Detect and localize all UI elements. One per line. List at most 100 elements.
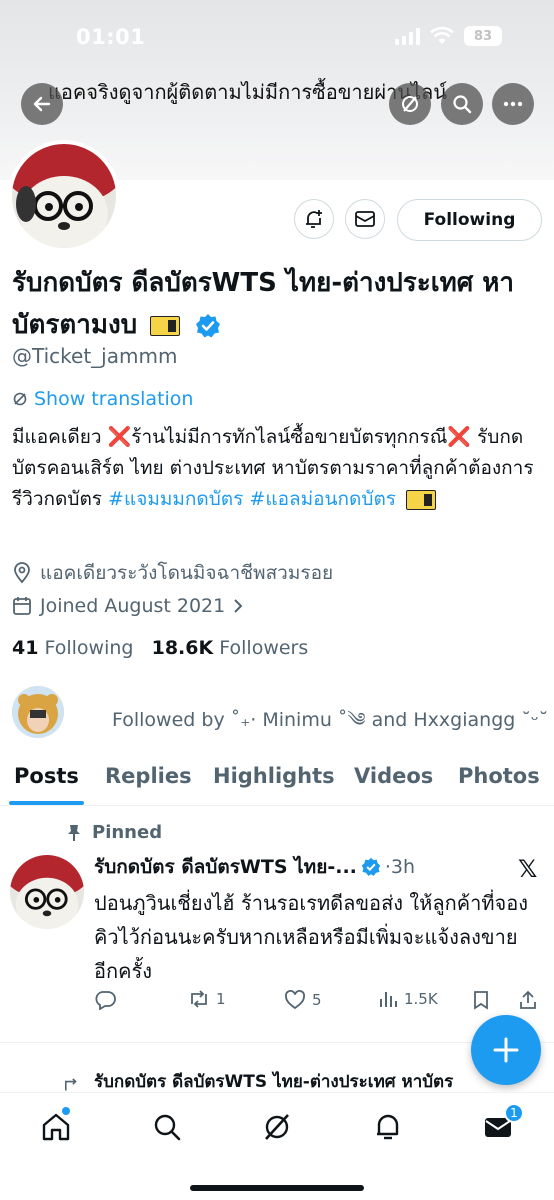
x-logo-icon: 𝕏 [518, 855, 538, 883]
post-time: ·3h [384, 856, 416, 878]
repost-count: 1 [216, 990, 226, 1008]
tab-videos[interactable]: Videos [354, 764, 433, 788]
pinned-label: Pinned [66, 822, 162, 843]
views-button[interactable]: 1.5K [378, 990, 438, 1008]
following-count: 41 [12, 637, 39, 659]
share-icon [520, 990, 536, 1009]
pin-icon [68, 824, 80, 841]
tab-photos[interactable]: Photos [458, 764, 540, 788]
nav-home[interactable] [40, 1107, 72, 1143]
plus-icon [493, 1037, 519, 1063]
nav-grok[interactable] [261, 1111, 293, 1143]
bottom-navigation: 1 [0, 1092, 554, 1200]
status-time: 01:01 [76, 25, 146, 49]
share-button[interactable] [518, 990, 538, 1010]
pinned-text: Pinned [92, 822, 163, 843]
message-button[interactable] [345, 199, 385, 239]
like-button[interactable]: 5 [284, 990, 322, 1010]
signal-icon [395, 27, 420, 45]
nav-notifications[interactable] [372, 1111, 404, 1143]
like-count: 5 [312, 991, 322, 1009]
follow-stats: 41 Following 18.6K Followers [12, 637, 308, 659]
back-button[interactable] [21, 83, 63, 125]
post-author-avatar[interactable] [10, 855, 84, 929]
battery-icon: 83 [464, 26, 502, 46]
post-header: รับกดบัตร ดีลบัตรWTS ไทย-... ·3h [94, 852, 415, 882]
followed-by[interactable]: Followed by ˚₊‧ Minimu ˚༄ and Hxxgiangg … [12, 686, 548, 738]
profile-bio: มีแอคเดียว ❌ร้านไม่มีการทักไลน์ซื้อขายบั… [12, 422, 542, 515]
search-button[interactable] [441, 83, 483, 125]
profile-location: แอคเดียวระวังโดนมิจฉาชีพสวมรอย [12, 558, 333, 588]
nav-search[interactable] [151, 1111, 183, 1143]
followers-stat[interactable]: 18.6K Followers [152, 637, 309, 659]
status-icons: 83 [395, 26, 502, 46]
cross-mark-icon: ❌ [107, 426, 132, 448]
bell-plus-icon [306, 210, 322, 228]
more-button[interactable] [492, 83, 534, 125]
location-pin-icon [14, 562, 30, 584]
bio-text: มีแอคเดียว [12, 426, 108, 448]
search-icon [453, 95, 472, 114]
back-arrow-icon [33, 96, 51, 112]
home-indicator [190, 1185, 364, 1191]
view-count: 1.5K [404, 990, 438, 1008]
nav-messages[interactable]: 1 [482, 1103, 524, 1143]
home-notification-dot [62, 1107, 70, 1115]
notify-button[interactable] [294, 199, 334, 239]
verified-badge-icon [196, 313, 221, 337]
views-icon [380, 992, 397, 1007]
show-translation-link[interactable]: Show translation [12, 388, 193, 410]
tab-replies[interactable]: Replies [105, 764, 192, 788]
bio-text: ร้านไม่มีการทักไลน์ซื้อขายบัตรทุกกรณี [131, 426, 448, 448]
repost-icon [191, 990, 207, 1008]
show-translation-label[interactable]: Show translation [34, 388, 193, 410]
avatar-image [12, 144, 116, 248]
hashtag-link[interactable]: #แอลม่อนกดบัตร [249, 488, 396, 510]
follower-avatar [12, 686, 64, 738]
following-stat[interactable]: 41 Following [12, 637, 133, 659]
joined-text: Joined August 2021 [40, 595, 226, 617]
profile-avatar[interactable] [8, 140, 120, 252]
following-stat-label: Following [44, 637, 134, 659]
profile-joined[interactable]: Joined August 2021 [12, 595, 243, 617]
followers-count: 18.6K [151, 637, 214, 659]
cross-mark-icon: ❌ [447, 426, 472, 448]
more-icon [503, 101, 523, 107]
grok-icon [265, 1114, 289, 1140]
grok-small-icon [13, 392, 27, 406]
verified-badge-icon [361, 857, 381, 876]
bookmark-icon [474, 991, 488, 1010]
tab-posts[interactable]: Posts [14, 764, 79, 788]
next-post-author[interactable]: รับกดบัตร ดีลบัตรWTS ไทย-ต่างประเทศ หาบั… [94, 1068, 453, 1095]
reply-icon [95, 991, 116, 1010]
display-name: รับกดบัตร ดีลบัตรWTS ไทย-ต่างประเทศ หาบั… [12, 262, 542, 346]
tab-highlights[interactable]: Highlights [213, 764, 335, 788]
following-button[interactable]: Following [397, 199, 542, 241]
home-icon [42, 1113, 70, 1141]
post-actions: 1 5 1.5K [94, 990, 544, 1020]
location-text: แอคเดียวระวังโดนมิจฉาชีพสวมรอย [40, 562, 334, 584]
bookmark-button[interactable] [472, 990, 490, 1010]
post-text[interactable]: ปอนภูวินเชี่ยงไฮ้ ร้านรอเรทดีลขอส่ง ให้ล… [94, 886, 534, 988]
calendar-icon [13, 597, 31, 615]
grok-icon [402, 96, 418, 112]
hashtag-link[interactable]: #แจมมมกดบัตร [108, 488, 243, 510]
grok-button[interactable] [389, 83, 431, 125]
post-author-name[interactable]: รับกดบัตร ดีลบัตรWTS ไทย-... [94, 852, 357, 882]
reply-button[interactable] [94, 990, 116, 1010]
followers-stat-label: Followers [219, 637, 309, 659]
ticket-emoji-icon [150, 315, 181, 336]
active-tab-indicator [9, 801, 84, 805]
bell-icon [377, 1114, 399, 1140]
profile-handle: @Ticket_jammm [12, 344, 178, 368]
repost-button[interactable]: 1 [188, 990, 226, 1008]
search-icon [154, 1114, 181, 1141]
compose-post-button[interactable] [471, 1015, 541, 1085]
heart-icon [285, 990, 305, 1010]
messages-badge: 1 [504, 1103, 524, 1123]
envelope-icon [355, 211, 375, 227]
followed-by-text: Followed by ˚₊‧ Minimu ˚༄ and Hxxgiangg … [112, 709, 549, 731]
display-name-text: รับกดบัตร ดีลบัตรWTS ไทย-ต่างประเทศ หาบั… [12, 268, 515, 340]
profile-tabs: Posts Replies Highlights Videos Photos [0, 746, 554, 806]
ticket-emoji-icon [406, 489, 437, 510]
